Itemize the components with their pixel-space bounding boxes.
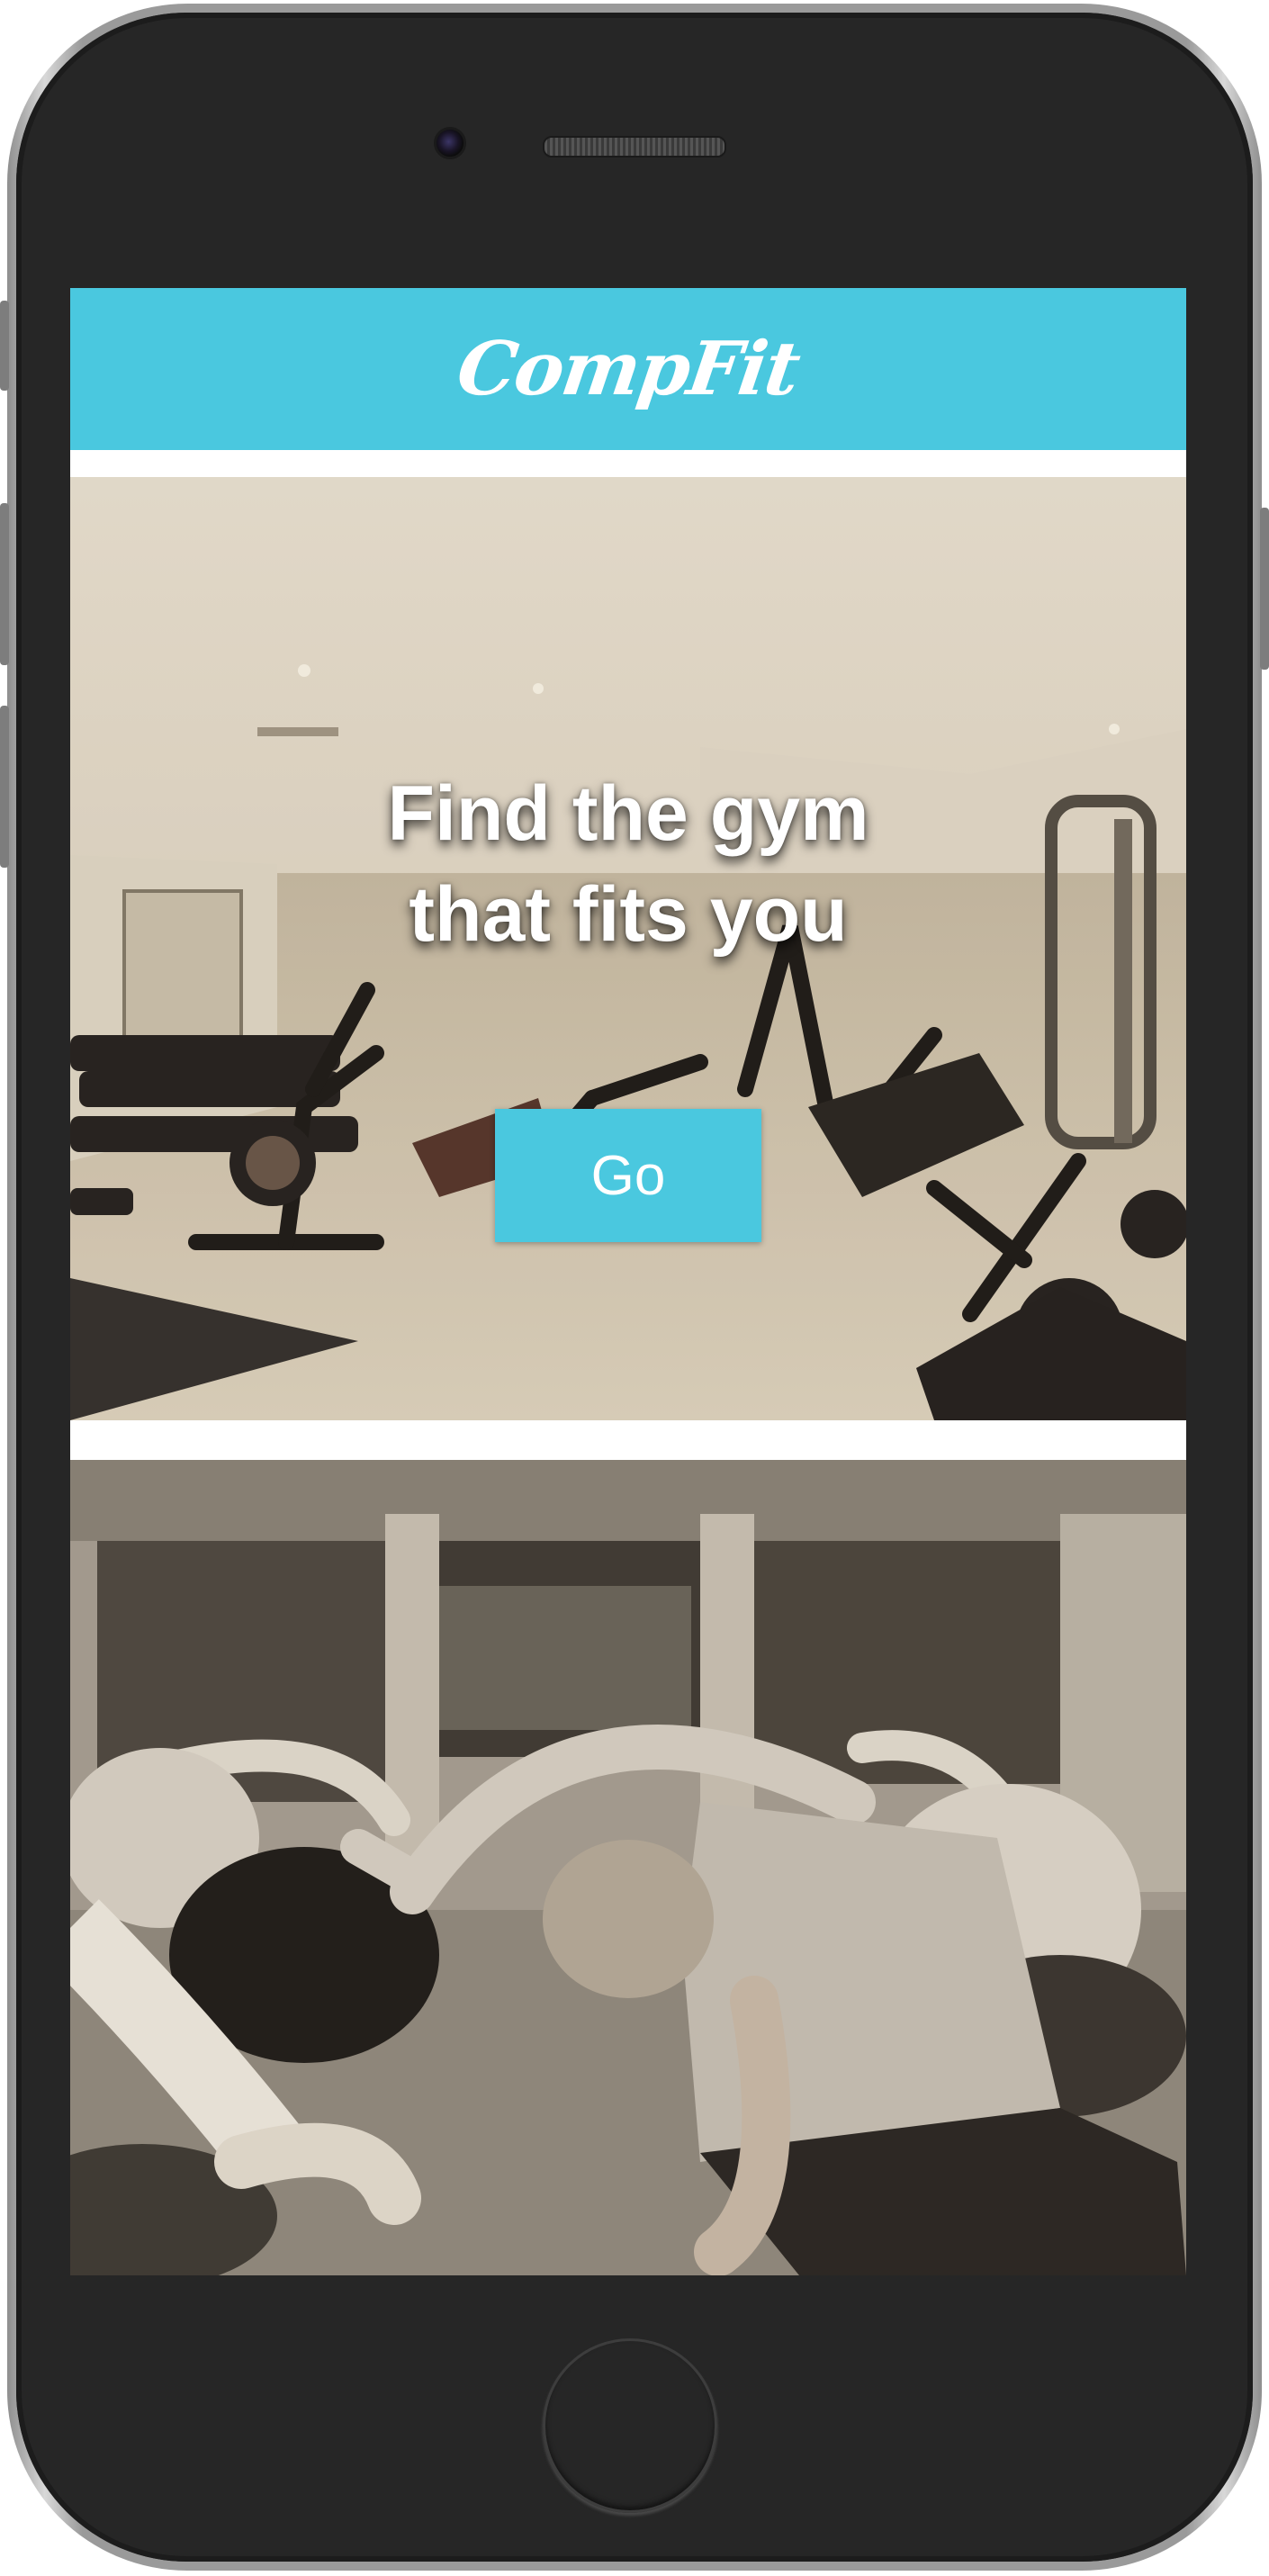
volume-down-button [0,706,9,868]
go-button[interactable]: Go [495,1109,761,1242]
earpiece-speaker [543,136,726,158]
yoga-class-image [70,1460,1186,2275]
mute-switch [0,301,9,391]
front-camera-icon [434,127,466,159]
hero-banner: Find the gym that fits you Go [70,477,1186,1420]
phone-screen: CompFit Find the gym that fits you Go [70,288,1186,2275]
home-button-icon[interactable] [543,2338,717,2513]
compfit-logo[interactable]: CompFit [453,326,805,412]
volume-up-button [0,503,9,665]
promo-image-section [70,1460,1186,2275]
power-button [1260,508,1269,670]
app-header: CompFit [70,288,1186,450]
hero-headline: Find the gym that fits you [387,770,869,958]
